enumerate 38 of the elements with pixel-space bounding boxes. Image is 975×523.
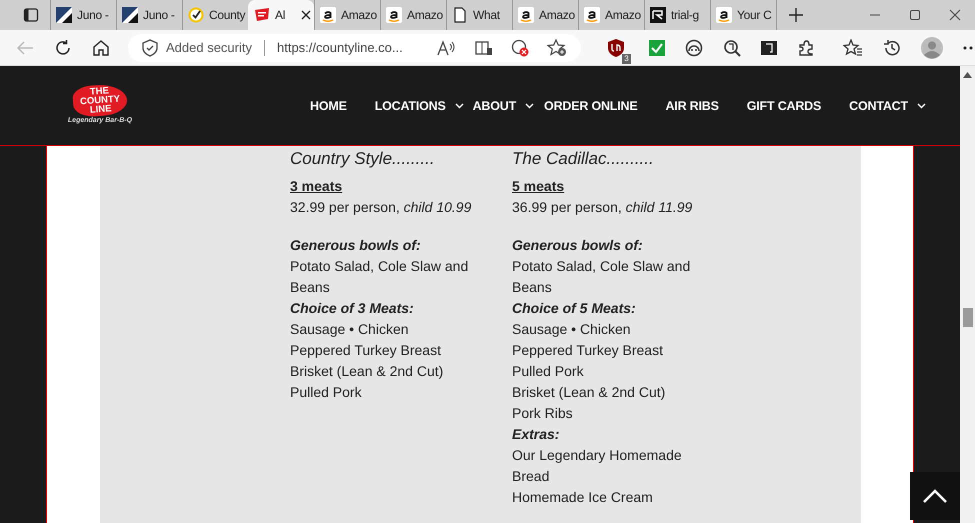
menu-item-text: Potato Salad, Cole Slaw and Beans: [512, 257, 692, 297]
url-text: https://countyline.co...: [277, 40, 403, 55]
menu-item-text: Sausage • Chicken: [512, 320, 632, 339]
menu-item-text: Potato Salad, Cole Slaw and Beans: [290, 257, 470, 297]
price-text: 32.99 per person, child 10.99: [290, 198, 470, 217]
section-heading: Extras:: [512, 425, 560, 444]
menu-item-text: Our Legendary Homemade Bread: [512, 446, 683, 486]
menu-item-text: Brisket (Lean & 2nd Cut): [290, 362, 444, 381]
nav-link[interactable]: AIR RIBS: [665, 98, 747, 112]
menu-item-text: Peppered Turkey Breast: [512, 341, 664, 360]
browser-tab[interactable]: Al: [248, 0, 314, 30]
meats-link[interactable]: 5 meats: [512, 176, 692, 197]
logo-text: LINE: [90, 104, 112, 115]
nav-link[interactable]: ABOUT: [472, 98, 544, 112]
nav-link[interactable]: GIFT CARDS: [746, 98, 850, 112]
section-heading: Choice of 5 Meats:: [512, 299, 637, 318]
nav-link[interactable]: ORDER ONLINE: [544, 98, 666, 112]
section-heading: Generous bowls of:: [290, 236, 422, 255]
nav-link[interactable]: LOCATIONS: [374, 98, 473, 112]
section-heading: Generous bowls of:: [512, 236, 644, 255]
menu-item-text: Sausage • Chicken: [290, 320, 410, 339]
price-text: 36.99 per person, child 11.99: [512, 198, 692, 217]
extension-badge: 3: [622, 54, 631, 64]
nav-link[interactable]: HOME: [310, 98, 375, 112]
logo-text: THE: [90, 86, 110, 97]
menu-item-text: Homemade Ice Cream: [512, 488, 654, 507]
nav-link[interactable]: CONTACT: [849, 98, 936, 112]
security-label: Added security: [166, 40, 252, 55]
menu-item-text: Brisket (Lean & 2nd Cut): [512, 383, 666, 402]
address-bar[interactable]: Added security https://countyline.co...: [128, 34, 581, 62]
menu-item-text: Pulled Pork: [512, 362, 585, 381]
package-title: Country Style.........: [290, 148, 436, 170]
menu-item-text: Pulled Pork: [290, 383, 363, 402]
section-heading: Choice of 3 Meats:: [290, 299, 415, 318]
package-title: The Cadillac..........: [512, 148, 655, 170]
menu-item-text: Pork Ribs: [512, 404, 574, 423]
menu-item-text: Peppered Turkey Breast: [290, 341, 442, 360]
meats-link[interactable]: 3 meats: [290, 176, 470, 197]
